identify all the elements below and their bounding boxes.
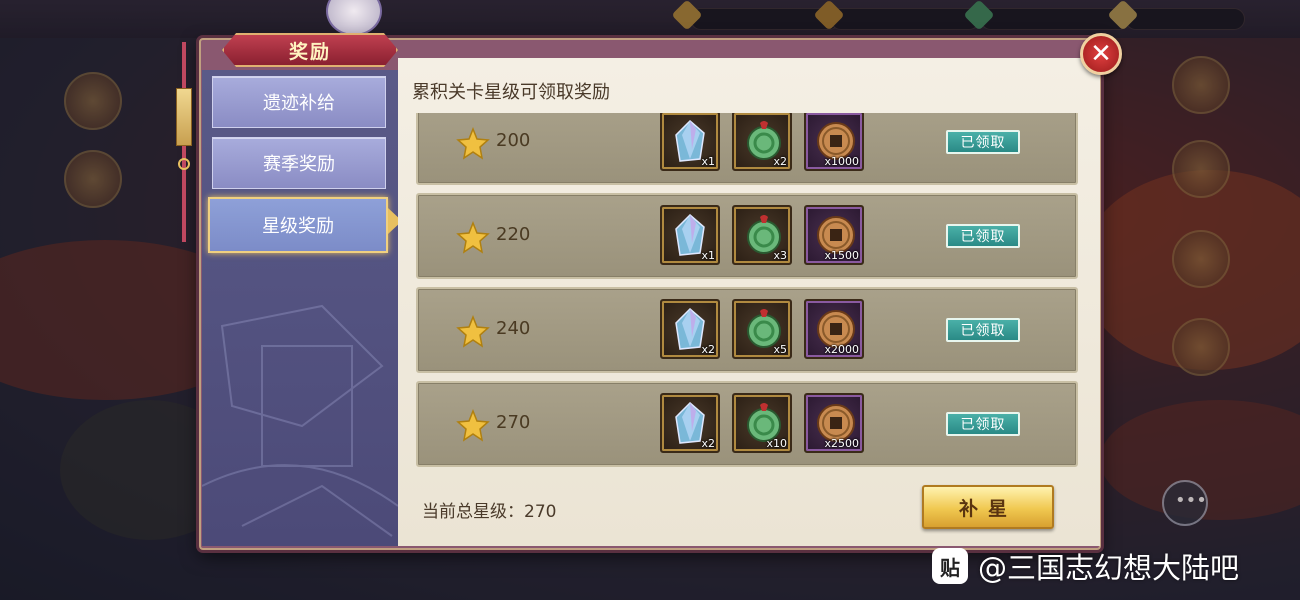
reward-list[interactable]: 200 x1 x2 x1000 已领取 220 x1 x3 x1500 已领取 240 x2 x5 x20… [414,113,1080,467]
jade-pendant-icon[interactable]: x3 [732,205,792,265]
crystal-icon[interactable]: x2 [660,393,720,453]
reward-row: 240 x2 x5 x2000 已领取 [416,287,1078,373]
jade-pendant-icon[interactable]: x2 [732,113,792,171]
tab-season-reward[interactable]: 赛季奖励 [212,137,386,189]
tab-star-reward[interactable]: 星级奖励 [208,197,388,253]
item-quantity: x3 [773,249,787,262]
watermark-text: @三国志幻想大陆吧 [978,551,1240,585]
item-quantity: x1 [701,249,715,262]
item-quantity: x2000 [824,343,859,356]
copper-coin-icon[interactable]: x2500 [804,393,864,453]
reward-row: 270 x2 x10 x2500 已领取 [416,381,1078,467]
star-icon [456,315,490,348]
claimed-badge: 已领取 [946,130,1020,154]
supplement-stars-button[interactable]: 补星 [922,485,1054,529]
item-quantity: x1 [701,155,715,168]
claimed-badge: 已领取 [946,412,1020,436]
claimed-badge: 已领取 [946,318,1020,342]
star-icon [456,409,490,442]
content-title: 累积关卡星级可领取奖励 [412,82,610,103]
copper-coin-icon[interactable]: x1000 [804,113,864,171]
item-quantity: x2 [701,343,715,356]
crystal-icon[interactable]: x1 [660,205,720,265]
close-icon[interactable]: ✕ [1080,33,1122,75]
reward-row: 220 x1 x3 x1500 已领取 [416,193,1078,279]
crystal-icon[interactable]: x2 [660,299,720,359]
item-quantity: x2500 [824,437,859,450]
reward-row: 200 x1 x2 x1000 已领取 [416,113,1078,185]
panel-title: 奖励 [222,33,398,67]
item-quantity: x2 [701,437,715,450]
star-threshold: 270 [496,412,531,433]
tab-relic-supply[interactable]: 遗迹补给 [212,76,386,128]
star-threshold: 240 [496,318,531,339]
star-threshold: 220 [496,224,531,245]
item-quantity: x1500 [824,249,859,262]
crystal-icon[interactable]: x1 [660,113,720,171]
watermark: 贴 @三国志幻想大陆吧 [932,548,1240,585]
copper-coin-icon[interactable]: x2000 [804,299,864,359]
jade-pendant-icon[interactable]: x5 [732,299,792,359]
copper-coin-icon[interactable]: x1500 [804,205,864,265]
chat-icon[interactable]: ••• [1162,480,1208,526]
item-quantity: x5 [773,343,787,356]
star-icon [456,127,490,160]
jade-pendant-icon[interactable]: x10 [732,393,792,453]
total-stars-label: 当前总星级：270 [422,502,557,522]
star-icon [456,221,490,254]
watermark-logo: 贴 [932,548,968,584]
item-quantity: x1000 [824,155,859,168]
star-threshold: 200 [496,130,531,151]
sidebar-pattern [202,304,398,537]
reward-sidebar: 遗迹补给 赛季奖励 星级奖励 [202,70,398,546]
tassel-decoration [176,42,192,242]
claimed-badge: 已领取 [946,224,1020,248]
item-quantity: x2 [773,155,787,168]
item-quantity: x10 [766,437,787,450]
